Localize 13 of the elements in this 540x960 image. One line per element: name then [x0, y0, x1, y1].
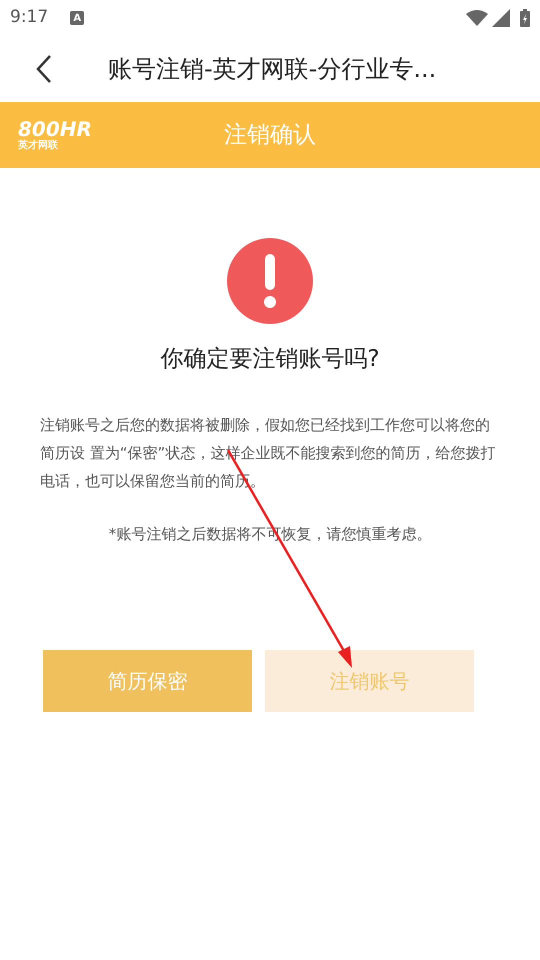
header-title: 注销确认	[224, 120, 316, 150]
action-button[interactable]: 简历保密	[43, 650, 252, 712]
logo: 800HR 英才网联	[18, 116, 92, 153]
confirm-question: 你确定要注销账号吗?	[160, 345, 380, 374]
warning-icon	[227, 238, 313, 324]
status-time: 9:17	[10, 6, 48, 30]
signal-icon	[492, 9, 510, 27]
wifi-icon	[466, 10, 488, 26]
battery-icon	[520, 9, 530, 27]
page-title: 账号注销-英才网联-分行业专...	[108, 54, 436, 85]
notification-icon: A	[70, 11, 84, 25]
action-button[interactable]: 注销账号	[265, 650, 474, 712]
back-icon	[36, 54, 52, 84]
